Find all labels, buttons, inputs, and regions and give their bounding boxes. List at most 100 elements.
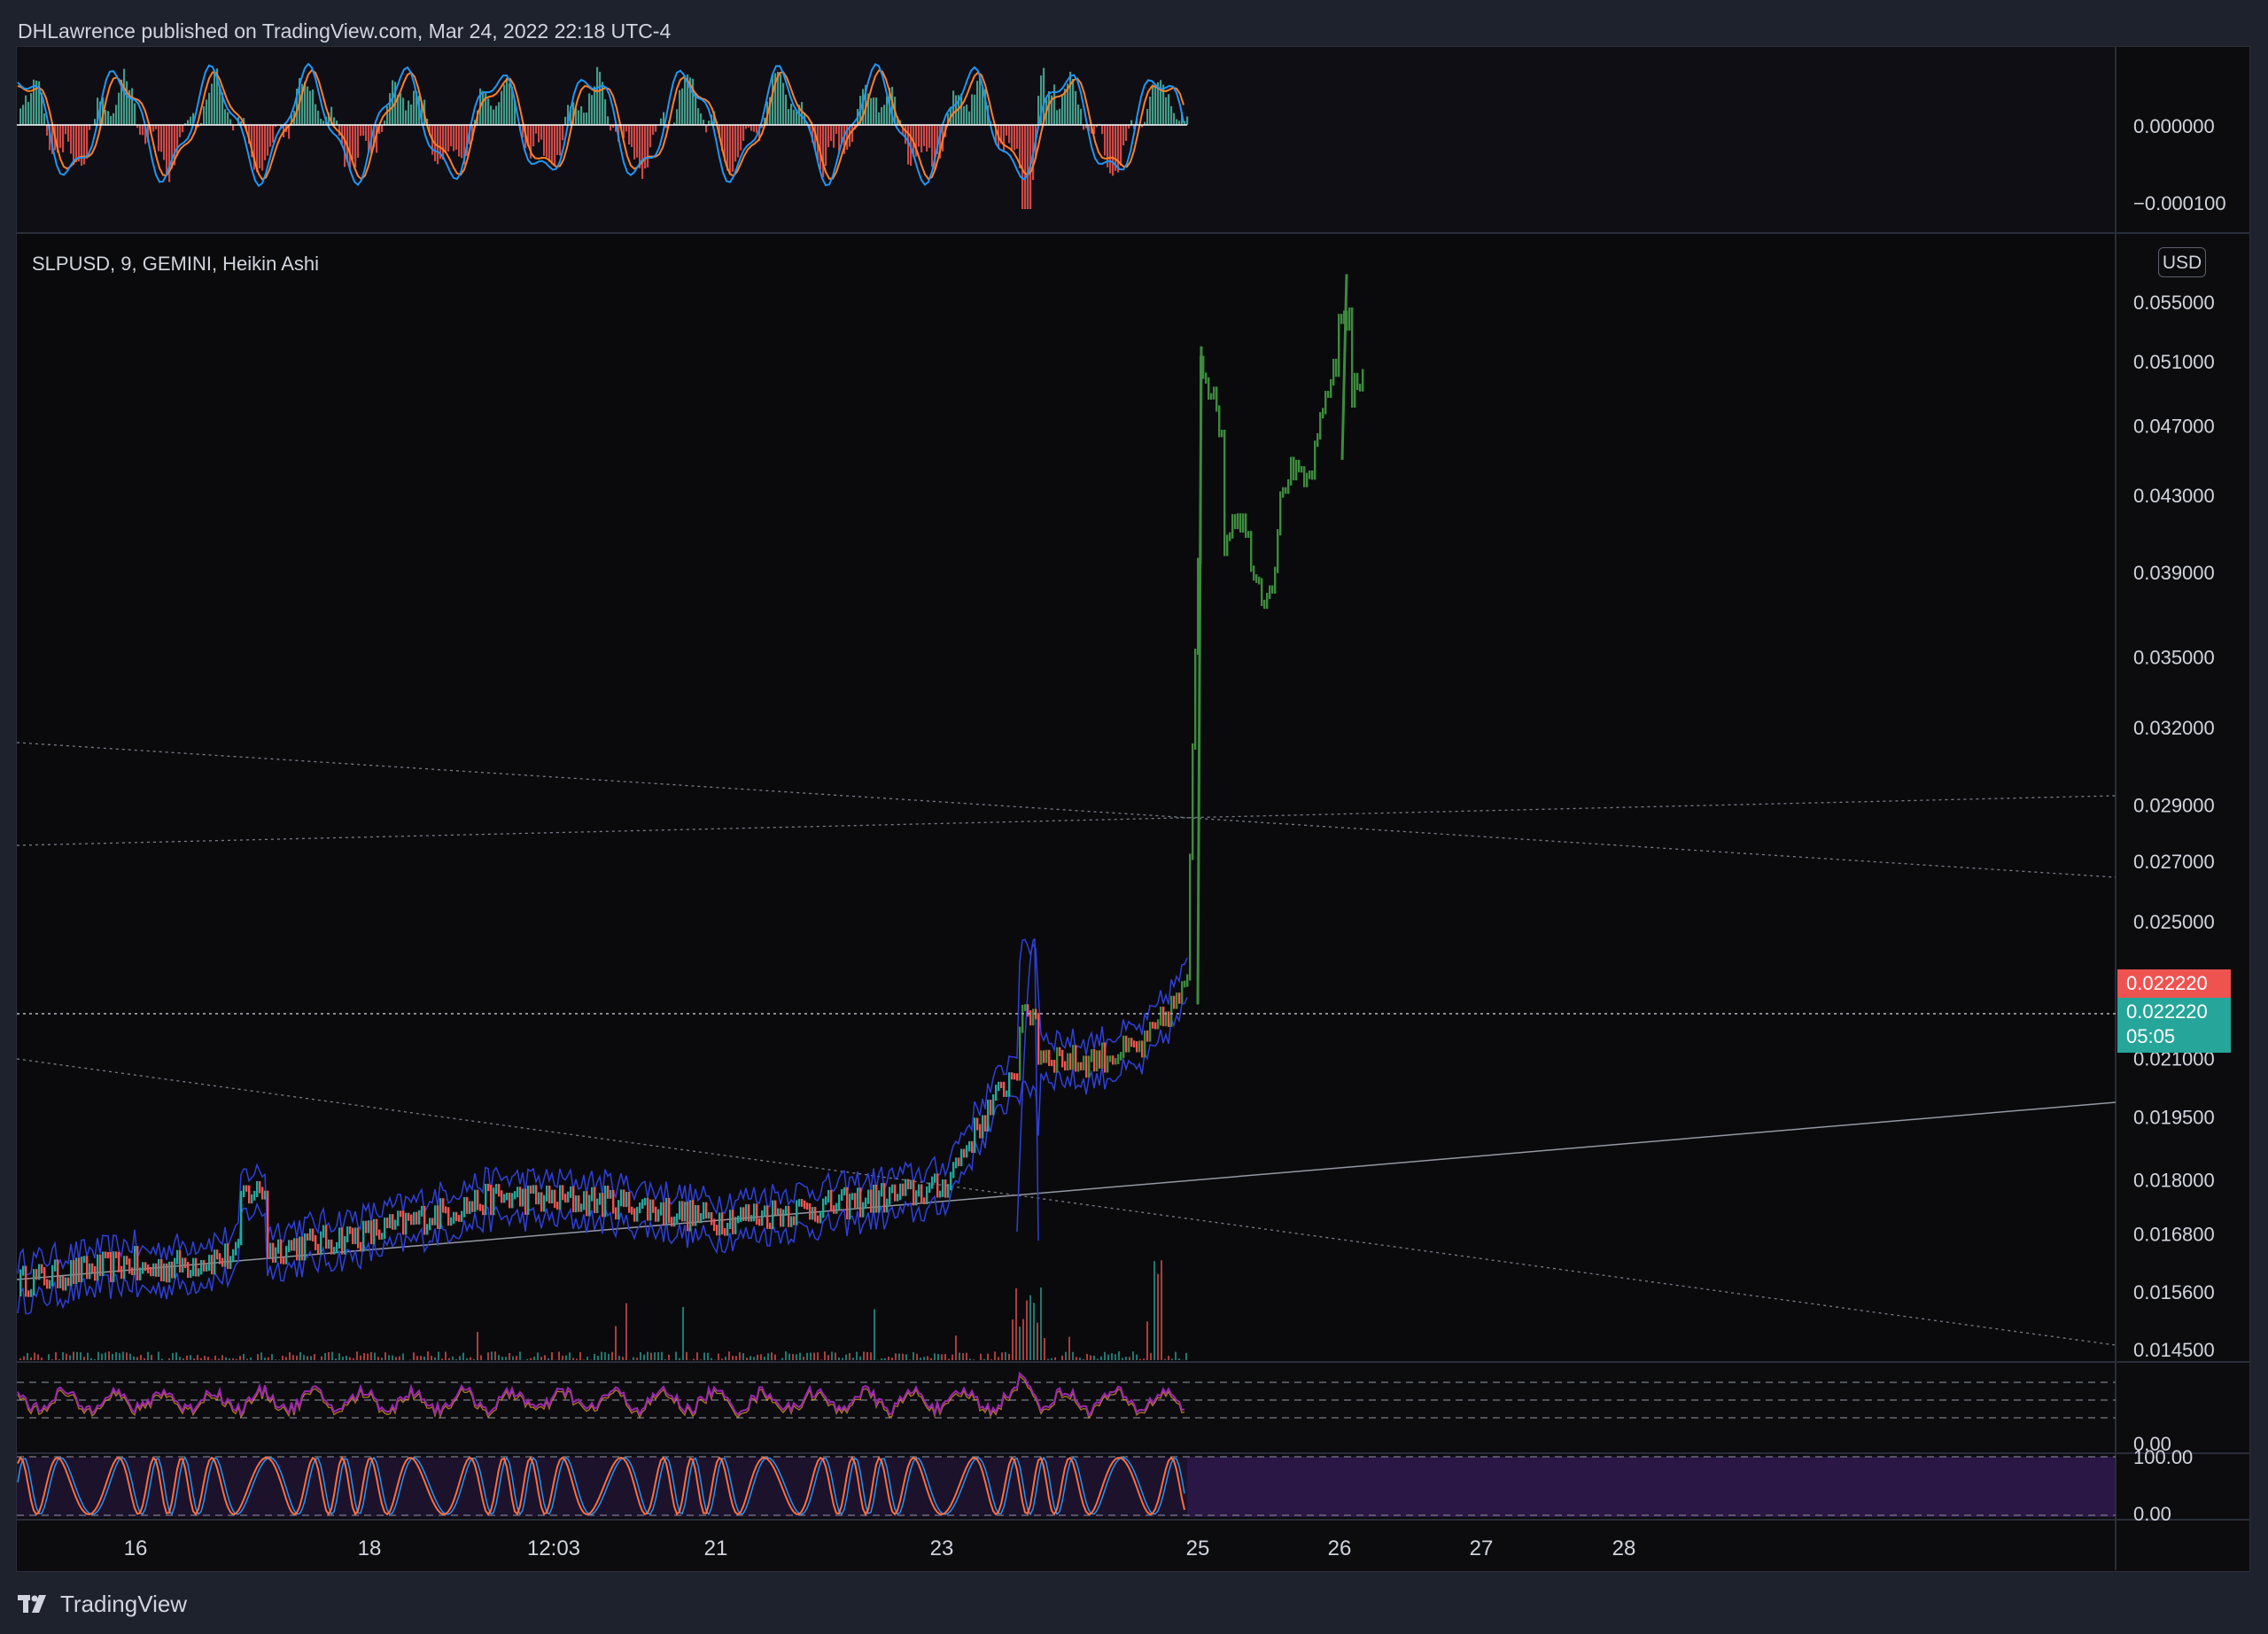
price-candle (434, 1205, 437, 1226)
price-candle (703, 1202, 705, 1220)
volume-bar (551, 1351, 553, 1360)
price-candle (524, 1188, 527, 1215)
price-candle (75, 1257, 78, 1284)
volume-bar (679, 1358, 680, 1360)
symbol-legend[interactable]: SLPUSD, 9, GEMINI, Heikin Ashi (32, 253, 319, 276)
price-axis-label: 0.043000 (2133, 485, 2215, 507)
price-candle (865, 1197, 867, 1209)
volume-bar (1178, 1358, 1180, 1360)
price-candle (894, 1184, 897, 1202)
price-candle (330, 1239, 333, 1255)
price-candle (402, 1210, 405, 1235)
volume-bar (214, 1355, 216, 1360)
volume-bar (126, 1352, 128, 1360)
price-candle (875, 1185, 878, 1213)
price-candle (732, 1210, 734, 1234)
volume-bar (122, 1351, 124, 1360)
price-candle (684, 1202, 687, 1222)
macd-histogram-bar (1173, 113, 1176, 125)
volume-bar (338, 1353, 340, 1360)
price-candle (224, 1243, 227, 1267)
price-candle (208, 1255, 211, 1272)
price-candle (1226, 534, 1229, 556)
volume-bar (884, 1358, 886, 1360)
volume-bar (728, 1351, 730, 1360)
macd-histogram-bar (264, 125, 267, 160)
volume-bar (590, 1359, 592, 1360)
price-candle (998, 1081, 1000, 1092)
volume-bar (1125, 1357, 1127, 1360)
price-candle (118, 1251, 120, 1272)
macd-histogram-bar (229, 119, 232, 125)
volume-bar (835, 1352, 836, 1360)
currency-button[interactable]: USD (2158, 247, 2206, 277)
macd-histogram-bar (320, 119, 322, 125)
price-candle (166, 1263, 168, 1283)
volume-bar (356, 1351, 358, 1360)
price-candle (729, 1210, 732, 1229)
macd-histogram-bar (267, 125, 269, 156)
macd-histogram-bar (78, 125, 81, 162)
price-candle (214, 1249, 216, 1275)
volume-bar (1072, 1351, 1074, 1360)
price-candle (91, 1263, 94, 1272)
price-candle (1298, 459, 1301, 473)
volume-bar (392, 1355, 393, 1360)
price-candle (570, 1186, 572, 1198)
chart-canvas[interactable]: 0.055000 0.051000 0.047000 0.043000 0.039000… (0, 0, 2268, 1634)
macd-histogram-bar (46, 125, 49, 136)
volume-bar (73, 1351, 74, 1360)
volume-bar (34, 1352, 35, 1360)
price-candle (918, 1184, 920, 1197)
tradingview-brand[interactable]: TradingView (18, 1586, 187, 1622)
volume-bar (1019, 1327, 1021, 1360)
volume-bar (115, 1351, 117, 1360)
price-axis-label: 0.035000 (2133, 647, 2215, 669)
macd-histogram-bar (126, 81, 128, 125)
volume-bar (654, 1352, 656, 1360)
price-candle (602, 1193, 604, 1218)
price-candle (1107, 1055, 1109, 1073)
price-candle (346, 1226, 349, 1243)
volume-bar (1185, 1352, 1187, 1360)
price-candle (1112, 1055, 1115, 1065)
price-candle (920, 1184, 923, 1204)
macd-histogram-bar (362, 125, 365, 136)
volume-bar (264, 1358, 266, 1360)
price-candle (477, 1189, 479, 1210)
price-candle (1099, 1050, 1101, 1069)
price-candle (1088, 1055, 1091, 1078)
macd-histogram-bar (729, 125, 732, 175)
price-candle (381, 1233, 384, 1240)
price-candle (1168, 1011, 1170, 1027)
price-candle (1130, 1038, 1133, 1047)
macd-histogram-bar (365, 125, 368, 141)
price-candle (344, 1235, 346, 1255)
price-candle (461, 1210, 463, 1222)
price-candle (423, 1205, 426, 1235)
volume-bar (1054, 1357, 1056, 1360)
volume-bar (990, 1359, 992, 1360)
price-candle (1053, 1060, 1056, 1073)
volume-bar (700, 1359, 702, 1360)
price-candle (923, 1197, 926, 1204)
price-candle (1128, 1038, 1130, 1053)
volume-bar (569, 1352, 571, 1360)
volume-bar (360, 1355, 361, 1360)
macd-histogram-bar (1053, 84, 1056, 125)
macd-histogram-bar (118, 92, 120, 125)
macd-histogram-bar (564, 116, 567, 125)
volume-bar (455, 1358, 457, 1360)
price-candle (1021, 1004, 1024, 1033)
volume-bar (1001, 1352, 1003, 1360)
price-candle (57, 1259, 59, 1288)
price-candle (81, 1257, 83, 1283)
price-candle (575, 1195, 578, 1213)
price-candle (764, 1205, 766, 1218)
price-candle (1330, 378, 1332, 398)
volume-bar (562, 1355, 563, 1360)
price-candle (588, 1194, 591, 1217)
price-candle (724, 1228, 726, 1236)
price-candle (19, 1269, 22, 1297)
volume-bar (1015, 1288, 1017, 1360)
